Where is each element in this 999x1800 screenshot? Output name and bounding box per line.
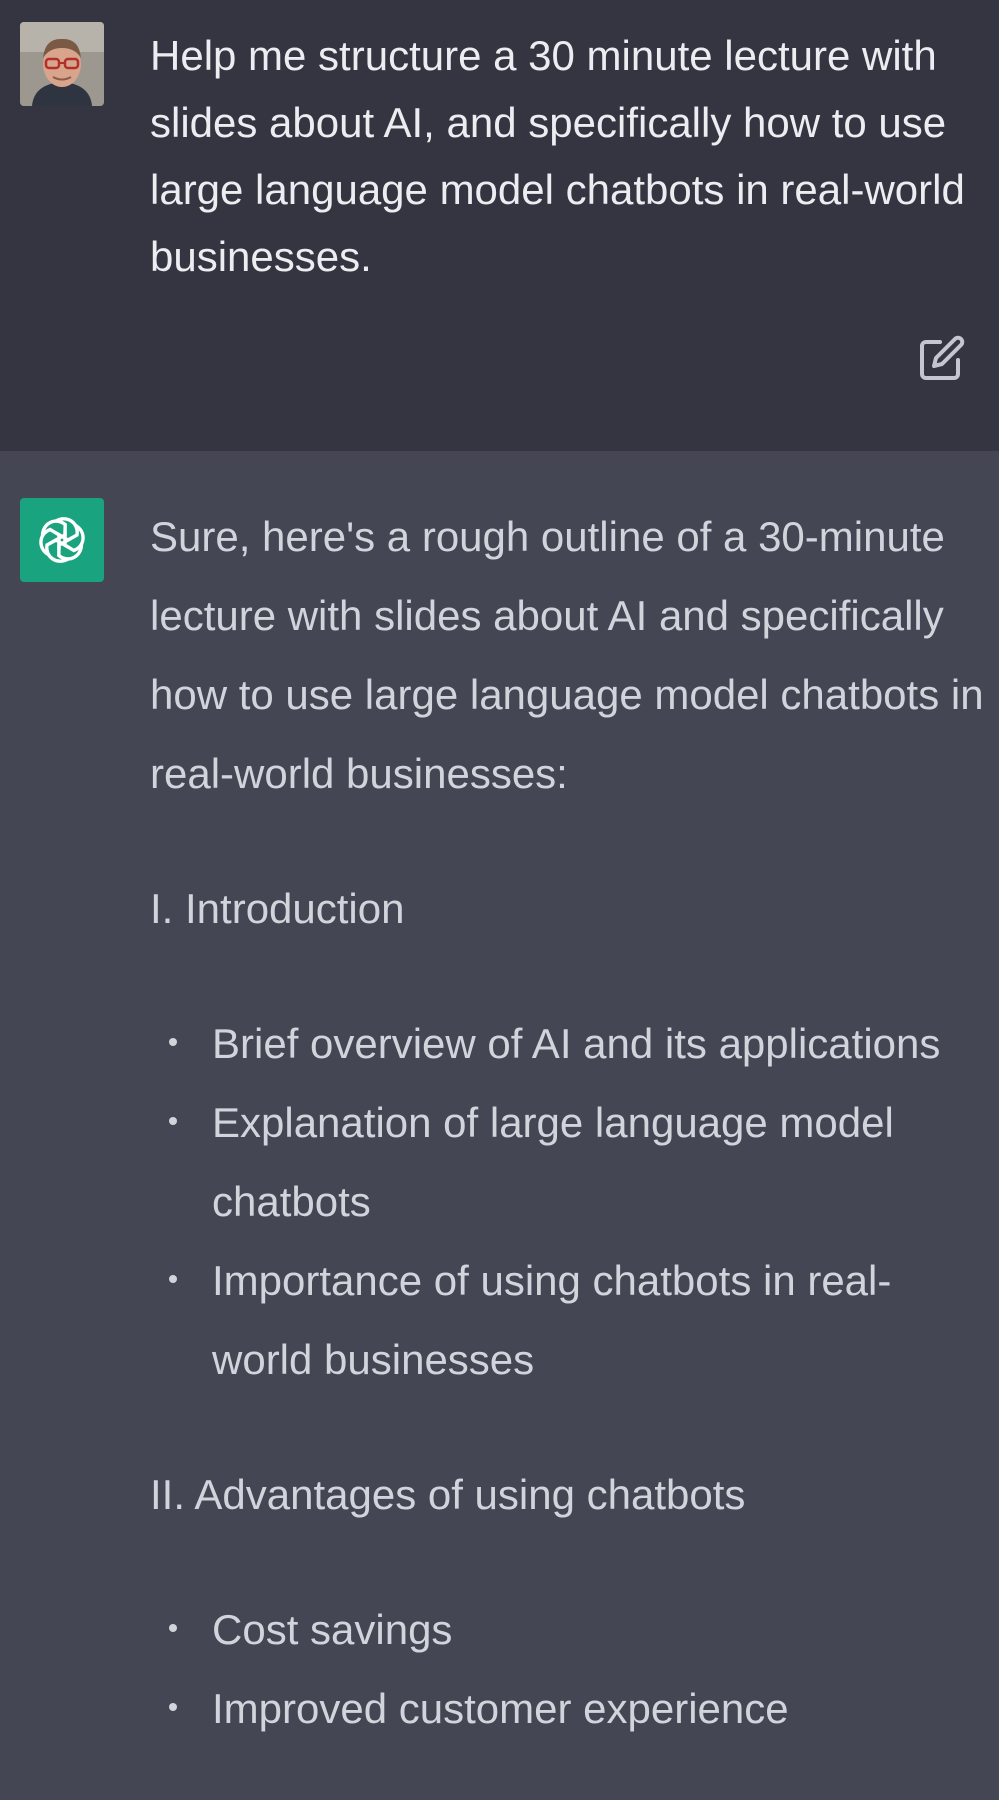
- section-heading: II. Advantages of using chatbots: [150, 1471, 746, 1518]
- bullet-list: Brief overview of AI and its application…: [150, 1004, 990, 1399]
- bullet-list: Cost savings Improved customer experienc…: [150, 1590, 990, 1748]
- assistant-avatar: [20, 498, 104, 582]
- edit-message-button[interactable]: [918, 334, 966, 382]
- edit-icon: [920, 335, 965, 380]
- user-message-text: Help me structure a 30 minute lecture wi…: [150, 32, 965, 280]
- user-avatar: [20, 22, 104, 106]
- list-item: Importance of using chatbots in real-wor…: [150, 1241, 990, 1399]
- list-item: Brief overview of AI and its application…: [150, 1004, 990, 1083]
- list-item: Cost savings: [150, 1590, 990, 1669]
- openai-logo-icon: [39, 517, 85, 563]
- assistant-intro-text: Sure, here's a rough outline of a 30-min…: [150, 513, 984, 797]
- list-item: Improved customer experience: [150, 1669, 990, 1748]
- list-item: Explanation of large language model chat…: [150, 1083, 990, 1241]
- section-heading: I. Introduction: [150, 885, 405, 932]
- user-message-row: Help me structure a 30 minute lecture wi…: [0, 0, 999, 451]
- assistant-message-content: Sure, here's a rough outline of a 30-min…: [150, 497, 990, 1748]
